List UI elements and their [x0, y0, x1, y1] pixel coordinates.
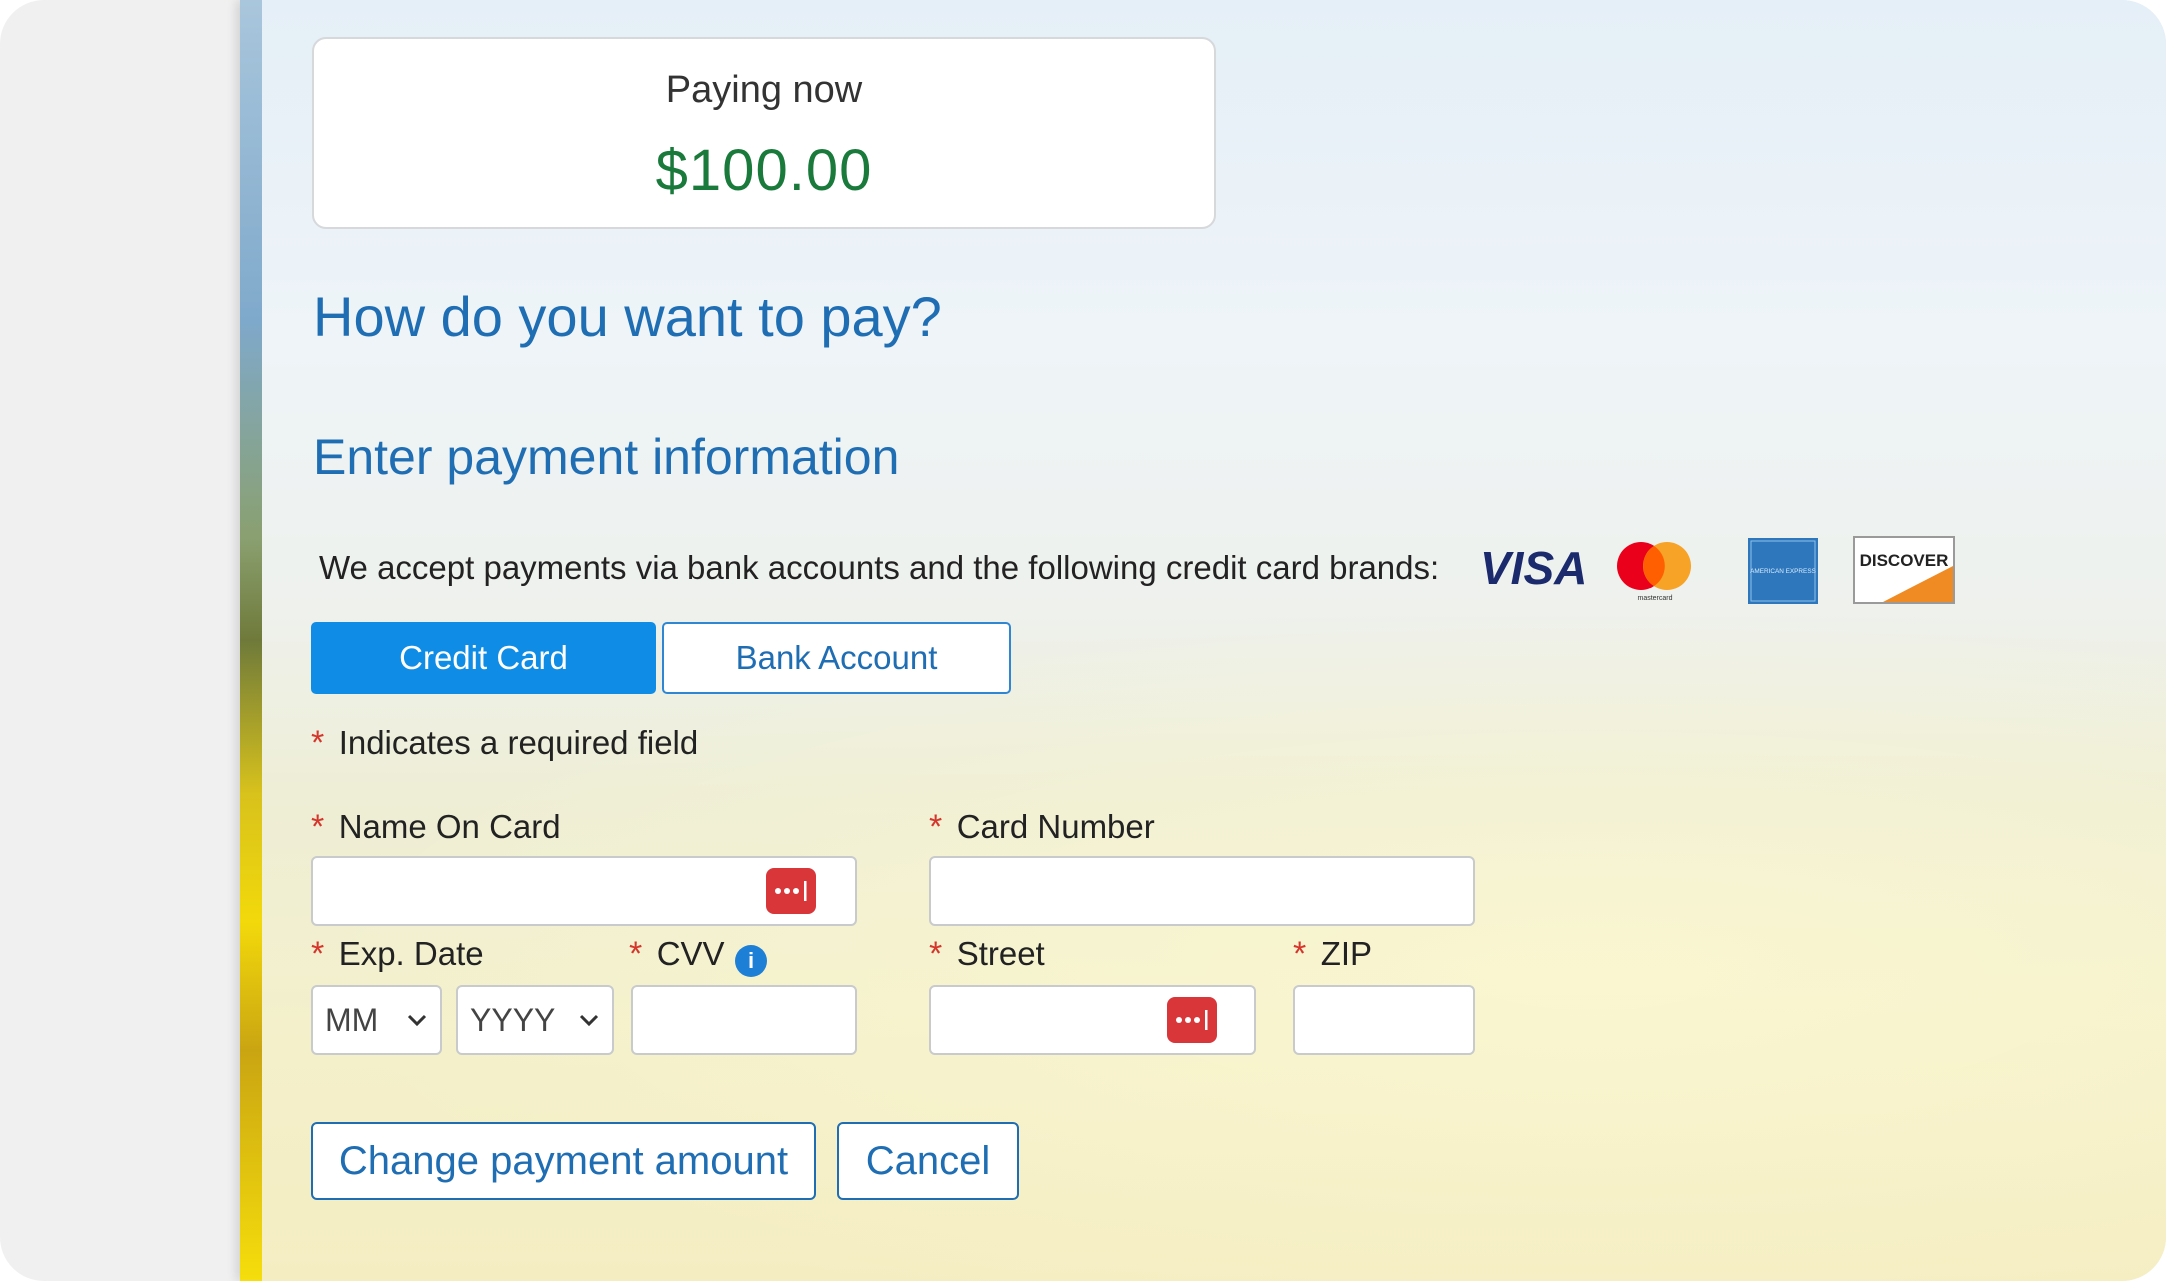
cancel-button[interactable]: Cancel — [837, 1122, 1019, 1200]
tab-bank-account[interactable]: Bank Account — [662, 622, 1011, 694]
required-asterisk: * — [629, 935, 643, 973]
exp-date-label-text: Exp. Date — [338, 935, 484, 972]
required-asterisk: * — [929, 935, 943, 973]
american-express-logo-text: AMERICAN EXPRESS — [1750, 568, 1816, 575]
accepted-brands-text: We accept payments via bank accounts and… — [319, 549, 1440, 586]
password-manager-icon[interactable] — [1167, 997, 1217, 1043]
required-asterisk: * — [311, 808, 325, 846]
street-label: * Street — [929, 935, 1045, 974]
zip-label: * ZIP — [1293, 935, 1372, 974]
cvv-label: * CVV i — [629, 935, 767, 977]
paying-now-amount: $100.00 — [655, 138, 873, 203]
discover-logo: DISCOVER — [1853, 536, 1955, 604]
exp-month-value: MM — [325, 1002, 379, 1038]
payment-info-heading: Enter payment information — [313, 429, 900, 485]
mastercard-logo-text: mastercard — [1637, 595, 1672, 602]
cvv-input[interactable] — [631, 985, 857, 1055]
paying-now-label: Paying now — [665, 69, 863, 111]
required-asterisk: * — [311, 724, 325, 762]
exp-date-label: * Exp. Date — [311, 935, 484, 974]
change-payment-amount-button[interactable]: Change payment amount — [311, 1122, 816, 1200]
card-number-label-text: Card Number — [956, 808, 1155, 845]
mastercard-logo: mastercard — [1617, 542, 1691, 602]
required-asterisk: * — [929, 808, 943, 846]
payment-method-heading: How do you want to pay? — [313, 285, 942, 348]
exp-year-select[interactable]: YYYY — [456, 985, 614, 1055]
american-express-logo: AMERICAN EXPRESS — [1748, 538, 1818, 604]
required-note-text: Indicates a required field — [338, 724, 699, 761]
chevron-down-icon — [579, 1014, 599, 1027]
required-field-note: * Indicates a required field — [311, 724, 698, 763]
background-image-stripe — [240, 0, 262, 1281]
card-number-label: * Card Number — [929, 808, 1155, 847]
name-on-card-input[interactable] — [311, 856, 857, 926]
visa-logo: VISA — [1480, 542, 1587, 594]
visa-logo-text: VISA — [1480, 542, 1587, 594]
discover-logo-text: DISCOVER — [1860, 551, 1949, 570]
window-frame: Paying now $100.00 How do you want to pa… — [0, 0, 2166, 1281]
zip-input[interactable] — [1293, 985, 1475, 1055]
required-asterisk: * — [311, 935, 325, 973]
paying-now-card: Paying now $100.00 — [312, 37, 1216, 229]
password-manager-icon[interactable] — [766, 868, 816, 914]
exp-year-value: YYYY — [470, 1002, 556, 1038]
info-icon[interactable]: i — [735, 944, 767, 977]
street-input[interactable] — [929, 985, 1256, 1055]
required-asterisk: * — [1293, 935, 1307, 973]
zip-label-text: ZIP — [1320, 935, 1373, 972]
card-number-input[interactable] — [929, 856, 1475, 926]
exp-month-select[interactable]: MM — [311, 985, 442, 1055]
tab-credit-card[interactable]: Credit Card — [311, 622, 656, 694]
chevron-down-icon — [407, 1014, 427, 1027]
cvv-label-text: CVV — [656, 935, 725, 972]
name-on-card-label-text: Name On Card — [338, 808, 561, 845]
street-label-text: Street — [956, 935, 1045, 972]
name-on-card-label: * Name On Card — [311, 808, 561, 847]
